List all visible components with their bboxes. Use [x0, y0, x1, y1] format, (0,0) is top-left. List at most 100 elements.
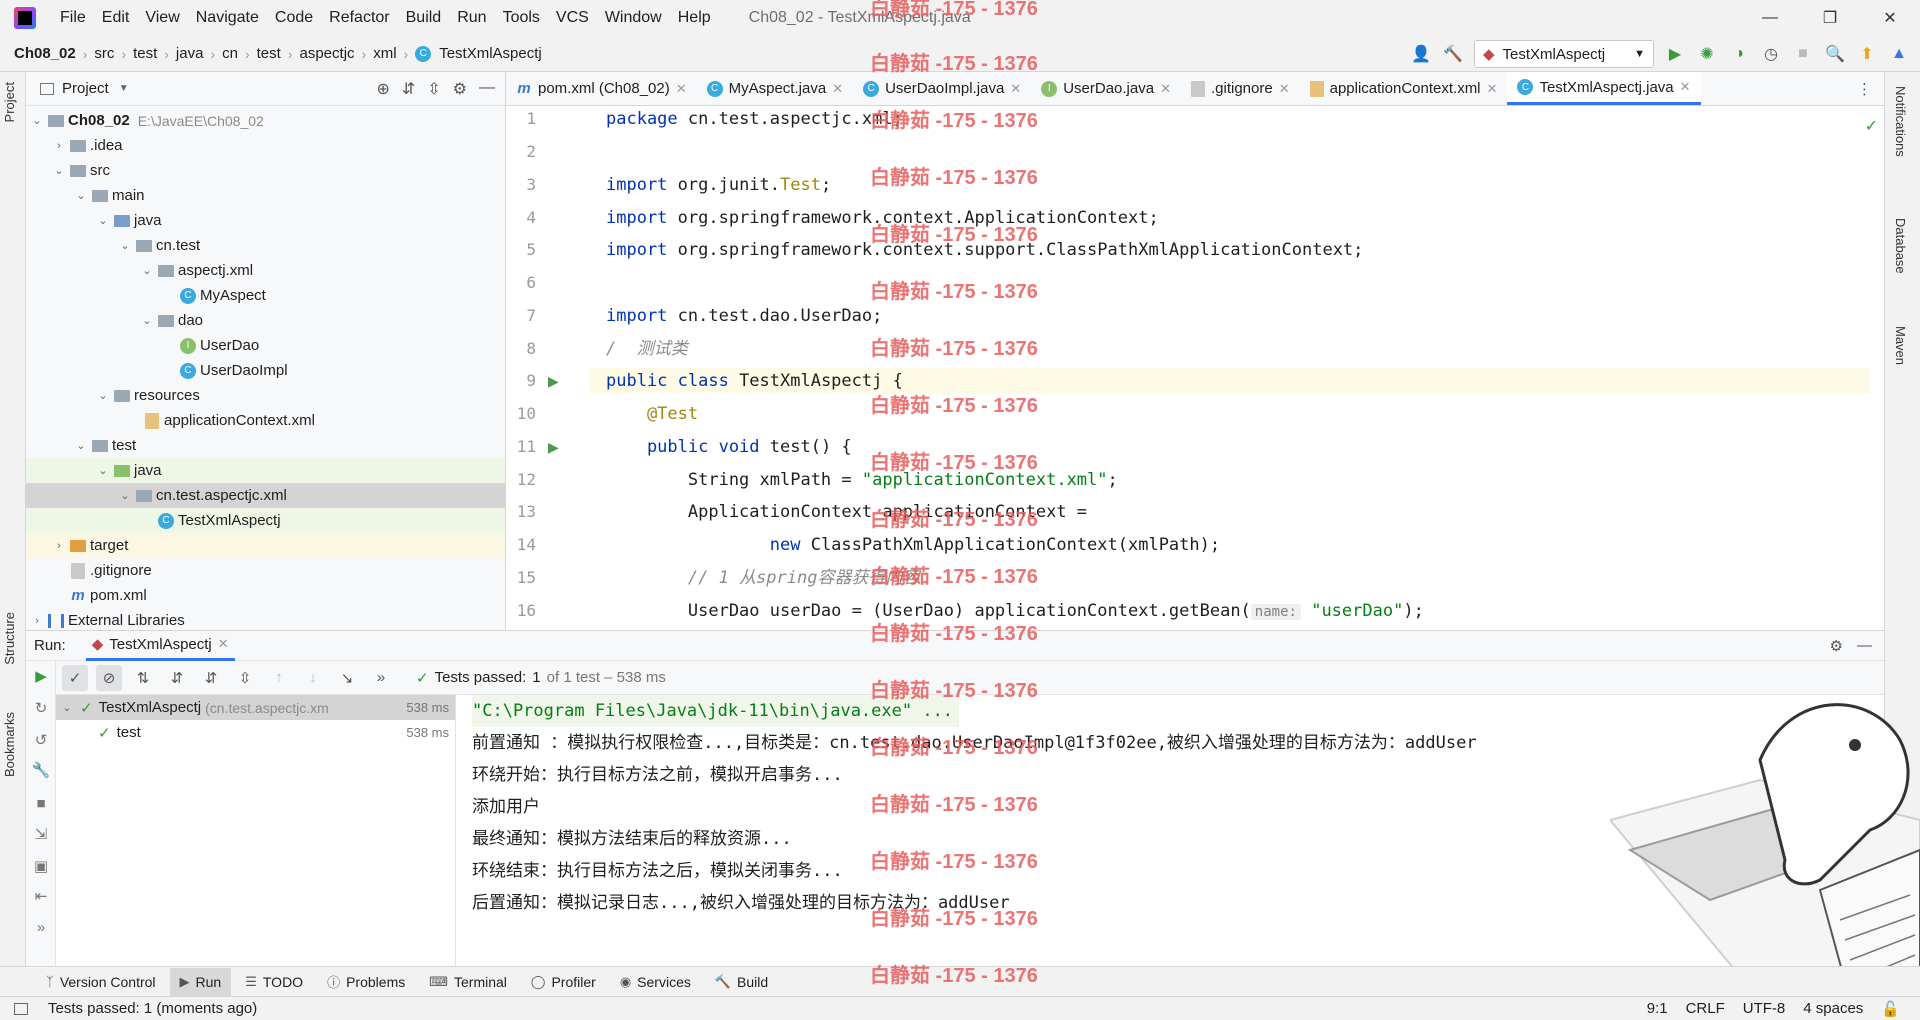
chevron-down-icon[interactable]: ▼	[119, 83, 129, 94]
close-icon[interactable]: ✕	[1010, 81, 1021, 97]
toolwindow-run[interactable]: ▶ Run	[169, 967, 232, 996]
lock-icon[interactable]: 🔓	[1881, 1000, 1900, 1018]
status-panel-icon[interactable]	[14, 1002, 28, 1015]
chevron-down-icon[interactable]: ⌄	[96, 214, 110, 227]
tree-item-idea[interactable]: › .idea	[26, 133, 505, 158]
tree-item-pom[interactable]: m pom.xml	[26, 583, 505, 608]
menu-run[interactable]: Run	[449, 0, 494, 36]
project-tool-tab[interactable]: Project	[2, 82, 17, 122]
breadcrumb-test-pkg[interactable]: test	[253, 45, 285, 62]
chevron-right-icon[interactable]: ›	[52, 140, 66, 152]
chevron-right-icon[interactable]: ›	[30, 615, 44, 627]
minimize-icon[interactable]: —	[1740, 0, 1800, 36]
profile-icon[interactable]: ◷	[1760, 43, 1782, 65]
gear-icon[interactable]: ⚙	[1830, 637, 1843, 655]
more-icon[interactable]: »	[368, 665, 394, 691]
toolwindow-profiler[interactable]: ◯ Profiler	[521, 968, 606, 996]
structure-tool-tab[interactable]: Structure	[2, 612, 17, 665]
breadcrumb-class[interactable]: TestXmlAspectj	[435, 45, 546, 62]
tree-item-applicationcontext[interactable]: applicationContext.xml	[26, 408, 505, 433]
breadcrumb-test[interactable]: test	[129, 45, 161, 62]
notifications-tool-tab[interactable]: Notifications	[1893, 86, 1908, 157]
menu-code[interactable]: Code	[267, 0, 321, 36]
chevron-down-icon[interactable]: ⌄	[60, 701, 74, 714]
database-tool-tab[interactable]: Database	[1893, 218, 1908, 274]
next-failed-icon[interactable]: ↓	[300, 665, 326, 691]
stop-icon[interactable]: ■	[1792, 43, 1814, 65]
gear-icon[interactable]: ⚙	[453, 79, 467, 99]
chevron-down-icon[interactable]: ⌄	[118, 239, 132, 252]
tab-myaspect[interactable]: C MyAspect.java ✕	[697, 72, 853, 105]
locate-icon[interactable]: ⊕	[376, 79, 389, 99]
user-icon[interactable]: 👤	[1410, 43, 1432, 65]
no-problems-check-icon[interactable]: ✓	[1865, 116, 1878, 136]
chevron-down-icon[interactable]: ⌄	[96, 464, 110, 477]
previous-failed-icon[interactable]: ↑	[266, 665, 292, 691]
menu-build[interactable]: Build	[398, 0, 450, 36]
chevron-down-icon[interactable]: ⌄	[30, 114, 44, 127]
run-tab[interactable]: ◆ TestXmlAspectj ✕	[85, 631, 235, 661]
tree-item-userdaoimpl[interactable]: C UserDaoImpl	[26, 358, 505, 383]
code-area[interactable]: package cn.test.aspectjc.xml; import org…	[590, 106, 1870, 630]
chevron-down-icon[interactable]: ⌄	[140, 264, 154, 277]
breadcrumb-java[interactable]: java	[172, 45, 208, 62]
editor-scrollbar[interactable]	[1870, 106, 1884, 630]
camera-icon[interactable]: ▣	[31, 857, 51, 877]
test-method-row[interactable]: ✓ test 538 ms	[56, 720, 455, 745]
menu-edit[interactable]: Edit	[94, 0, 138, 36]
export-icon[interactable]: ⇲	[31, 825, 51, 845]
tree-item-cn-test[interactable]: ⌄ cn.test	[26, 233, 505, 258]
chevron-down-icon[interactable]: ⌄	[118, 489, 132, 502]
line-separator[interactable]: CRLF	[1686, 1000, 1725, 1018]
menu-view[interactable]: View	[137, 0, 187, 36]
close-icon[interactable]: ✕	[218, 636, 229, 652]
tree-item-myaspect[interactable]: C MyAspect	[26, 283, 505, 308]
chevron-down-icon[interactable]: ⌄	[74, 189, 88, 202]
tree-item-src[interactable]: ⌄ src	[26, 158, 505, 183]
run-configuration-select[interactable]: ◆ TestXmlAspectj ▼	[1474, 40, 1654, 68]
tree-item-test-java[interactable]: ⌄ java	[26, 458, 505, 483]
show-passed-icon[interactable]: ✓	[62, 664, 88, 691]
chevron-down-icon[interactable]: ⌄	[74, 439, 88, 452]
maven-tool-tab[interactable]: Maven	[1893, 326, 1908, 365]
tree-item-main[interactable]: ⌄ main	[26, 183, 505, 208]
stop-icon[interactable]: ■	[31, 795, 51, 815]
menu-navigate[interactable]: Navigate	[188, 0, 267, 36]
indent-setting[interactable]: 4 spaces	[1803, 1000, 1863, 1018]
menu-refactor[interactable]: Refactor	[321, 0, 397, 36]
tree-item-test[interactable]: ⌄ test	[26, 433, 505, 458]
tree-item-resources[interactable]: ⌄ resources	[26, 383, 505, 408]
restore-icon[interactable]: ❐	[1800, 0, 1860, 36]
exit-icon[interactable]: ⇤	[31, 887, 51, 907]
menu-file[interactable]: File	[52, 0, 94, 36]
show-ignored-icon[interactable]: ⊘	[96, 664, 122, 691]
tab-applicationcontext[interactable]: applicationContext.xml ✕	[1300, 72, 1508, 105]
update-icon[interactable]: ⬆	[1856, 43, 1878, 65]
close-icon[interactable]: ✕	[832, 81, 843, 97]
menu-tools[interactable]: Tools	[495, 0, 548, 36]
chevron-down-icon[interactable]: ⌄	[52, 164, 66, 177]
tab-userdao[interactable]: I UserDao.java ✕	[1031, 72, 1181, 105]
rerun-failed-icon[interactable]: ↻	[31, 699, 51, 719]
run-test-class-icon[interactable]: ▶	[548, 373, 564, 389]
tab-userdaoimpl[interactable]: C UserDaoImpl.java ✕	[853, 72, 1031, 105]
chevron-down-icon[interactable]: ⌄	[96, 389, 110, 402]
collapse-all-icon[interactable]: ⇳	[427, 79, 440, 99]
tree-item-project-root[interactable]: ⌄ Ch08_02 E:\JavaEE\Ch08_02	[26, 108, 505, 133]
bookmarks-tool-tab[interactable]: Bookmarks	[2, 712, 17, 777]
debug-icon[interactable]: ✺	[1696, 43, 1718, 65]
close-icon[interactable]: ✕	[1160, 81, 1171, 97]
file-encoding[interactable]: UTF-8	[1743, 1000, 1786, 1018]
expand-all-icon[interactable]: ⇵	[198, 665, 224, 691]
tree-item-main-java[interactable]: ⌄ java	[26, 208, 505, 233]
tree-item-dao[interactable]: ⌄ dao	[26, 308, 505, 333]
status-message[interactable]: Tests passed: 1 (moments ago)	[48, 1000, 257, 1017]
toolwindow-terminal[interactable]: ⌨ Terminal	[419, 968, 517, 996]
rerun-icon[interactable]: ▶	[31, 667, 51, 687]
toolwindow-version-control[interactable]: ᛉ Version Control	[36, 968, 166, 996]
project-view-select[interactable]: Project	[62, 80, 109, 97]
wrench-icon[interactable]: 🔧	[31, 761, 51, 781]
jetbrains-icon[interactable]: ▲	[1888, 43, 1910, 65]
toolwindow-todo[interactable]: ☰ TODO	[235, 968, 313, 996]
run-test-method-icon[interactable]: ▶	[548, 439, 564, 455]
